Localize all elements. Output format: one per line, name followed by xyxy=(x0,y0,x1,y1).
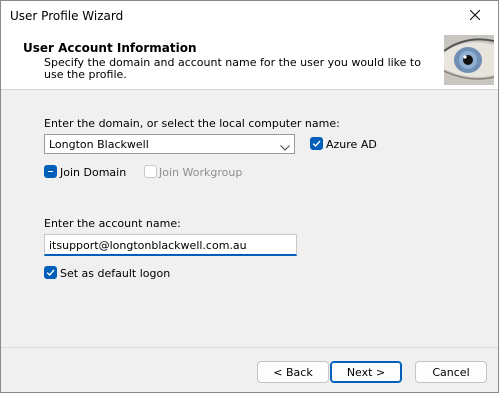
azure-ad-label: Azure AD xyxy=(326,138,377,151)
check-icon xyxy=(312,140,321,148)
eye-icon xyxy=(443,35,495,85)
default-logon-checkbox[interactable] xyxy=(44,266,57,279)
azure-ad-checkbox[interactable] xyxy=(310,137,323,150)
close-icon xyxy=(469,9,481,23)
wizard-header: User Account Information Specify the dom… xyxy=(1,32,498,90)
domain-combobox-value: Longton Blackwell xyxy=(49,138,149,151)
window-title: User Profile Wizard xyxy=(10,9,124,23)
wizard-window: User Profile Wizard User Account Informa… xyxy=(0,0,499,393)
title-bar: User Profile Wizard xyxy=(1,1,498,32)
close-button[interactable] xyxy=(452,1,498,32)
header-title: User Account Information xyxy=(23,41,197,55)
domain-combobox[interactable]: Longton Blackwell xyxy=(44,134,295,154)
join-domain-label: Join Domain xyxy=(60,166,127,179)
account-name-input[interactable]: itsupport@longtonblackwell.com.au xyxy=(44,234,297,256)
chevron-down-icon xyxy=(280,141,290,154)
header-description: Specify the domain and account name for … xyxy=(44,56,421,81)
account-label: Enter the account name: xyxy=(44,217,181,230)
join-workgroup-checkbox[interactable] xyxy=(144,165,157,178)
account-name-value: itsupport@longtonblackwell.com.au xyxy=(49,239,247,252)
join-domain-checkbox[interactable] xyxy=(44,165,57,178)
cancel-button[interactable]: Cancel xyxy=(415,361,487,383)
indeterminate-mark xyxy=(48,171,53,172)
domain-label: Enter the domain, or select the local co… xyxy=(44,117,340,130)
back-button[interactable]: < Back xyxy=(257,361,329,383)
default-logon-label: Set as default logon xyxy=(60,267,171,280)
next-button[interactable]: Next > xyxy=(330,361,402,383)
join-workgroup-label: Join Workgroup xyxy=(159,166,243,179)
footer-divider xyxy=(1,347,498,348)
check-icon xyxy=(46,269,55,277)
